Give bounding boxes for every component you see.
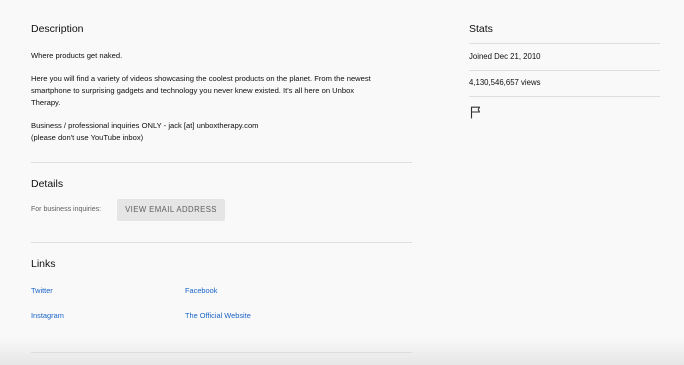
view-email-address-button[interactable]: VIEW EMAIL ADDRESS — [117, 199, 225, 221]
description-line: Therapy. — [31, 98, 61, 107]
link-facebook[interactable]: Facebook — [185, 286, 217, 295]
business-inquiries-label: For business inquiries: — [31, 206, 102, 213]
description-line: smartphone to surprising gadgets and tec… — [31, 86, 355, 95]
flag-icon[interactable] — [470, 106, 482, 119]
details-heading: Details — [31, 178, 64, 190]
stats-divider — [469, 96, 660, 97]
view-count: 4,130,546,657 views — [469, 78, 541, 87]
link-instagram[interactable]: Instagram — [31, 311, 64, 320]
section-divider — [31, 352, 412, 353]
description-line: Business / professional inquiries ONLY -… — [31, 121, 259, 130]
bottom-fade — [0, 337, 684, 365]
stats-divider — [469, 70, 660, 71]
description-heading: Description — [31, 23, 84, 35]
description-line: Here you will find a variety of videos s… — [31, 74, 371, 83]
section-divider — [31, 162, 412, 163]
links-heading: Links — [31, 258, 56, 270]
section-divider — [31, 242, 412, 243]
link-official-website[interactable]: The Official Website — [185, 311, 251, 320]
stats-divider — [469, 43, 660, 44]
link-twitter[interactable]: Twitter — [31, 286, 53, 295]
joined-date: Joined Dec 21, 2010 — [469, 52, 541, 61]
description-line: Where products get naked. — [31, 51, 123, 60]
stats-heading: Stats — [469, 23, 493, 35]
description-line: (please don't use YouTube inbox) — [31, 133, 144, 142]
